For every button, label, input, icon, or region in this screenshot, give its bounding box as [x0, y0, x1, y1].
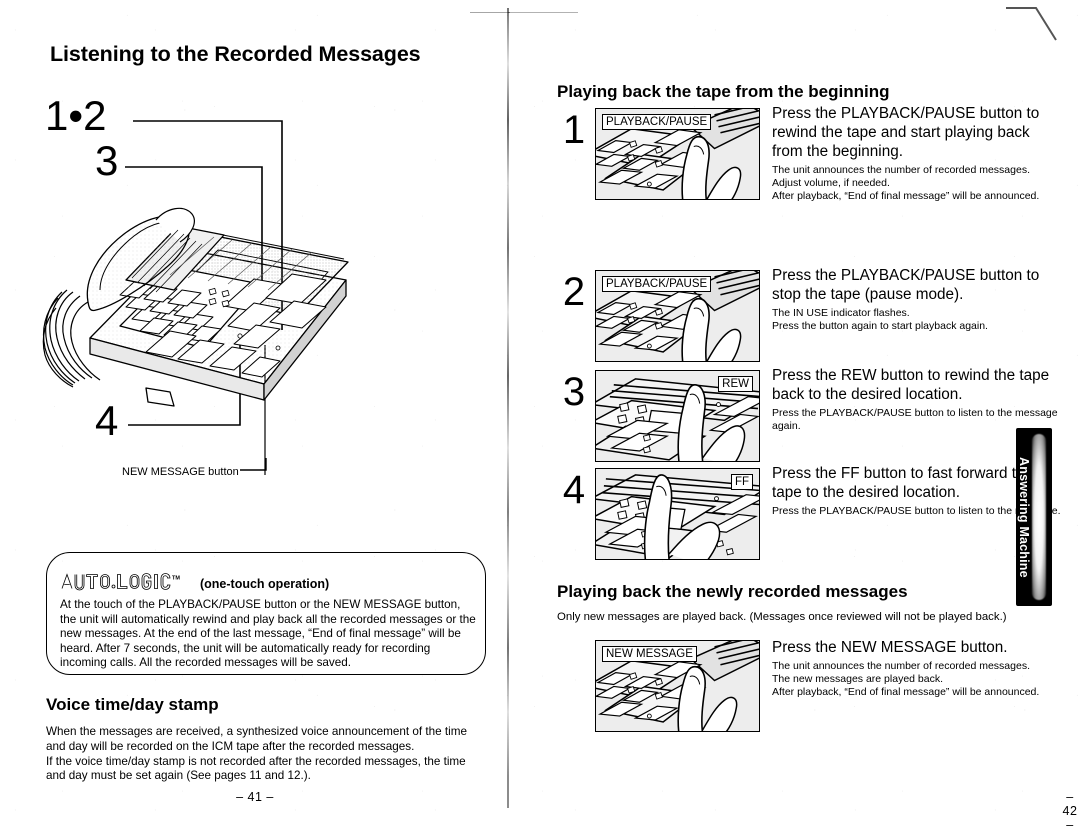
heading-playing-back-from-beginning: Playing back the tape from the beginning: [557, 82, 890, 101]
step-2-number: 2: [562, 270, 586, 314]
voice-stamp-heading: Voice time/day stamp: [46, 695, 219, 714]
autologic-logo: TM: [61, 573, 180, 591]
left-page: Listening to the Recorded Messages 1•2 3…: [0, 0, 510, 818]
step-2-photo: PLAYBACK/PAUSE: [595, 270, 760, 362]
new-message-photo-label: NEW MESSAGE: [602, 646, 697, 662]
autologic-subtitle: (one-touch operation): [200, 577, 330, 591]
new-message-leader-line: [240, 458, 267, 471]
new-message-instruction: Press the NEW MESSAGE button.: [772, 639, 1008, 656]
step-2-photo-label: PLAYBACK/PAUSE: [602, 276, 712, 292]
new-message-button-caption: NEW MESSAGE button: [122, 466, 239, 478]
step-1-note: The unit announces the number of recorde…: [772, 164, 1040, 203]
step-1-photo-label: PLAYBACK/PAUSE: [602, 114, 712, 130]
step-2-instruction: Press the PLAYBACK/PAUSE button to stop …: [772, 267, 1040, 303]
new-message-text: Press the NEW MESSAGE button. The unit a…: [772, 638, 1072, 700]
step-3-photo-label: REW: [718, 376, 753, 392]
step-2-note: The IN USE indicator flashes. Press the …: [772, 307, 988, 333]
step-3-text: Press the REW button to rewind the tape …: [772, 366, 1062, 433]
page-number-left: – 41 –: [236, 790, 274, 804]
heading-playing-back-new-messages: Playing back the newly recorded messages: [557, 582, 908, 601]
step-2-text: Press the PLAYBACK/PAUSE button to stop …: [772, 266, 1062, 333]
step-1-text: Press the PLAYBACK/PAUSE button to rewin…: [772, 104, 1062, 204]
autologic-trademark: TM: [172, 576, 180, 582]
new-message-photo: NEW MESSAGE: [595, 640, 760, 732]
telephone-illustration: [42, 207, 349, 407]
page-number-right: – 42 –: [1062, 790, 1078, 832]
step-3-instruction: Press the REW button to rewind the tape …: [772, 367, 1050, 403]
step-1-instruction: Press the PLAYBACK/PAUSE button to rewin…: [772, 105, 1040, 160]
side-tab-label: Answering Machine: [1017, 456, 1031, 578]
new-message-note: The unit announces the number of recorde…: [772, 660, 1040, 699]
right-page: Playing back the tape from the beginning…: [530, 0, 1080, 832]
step-3-photo: REW: [595, 370, 760, 462]
autologic-body-text: At the touch of the PLAYBACK/PAUSE butto…: [60, 598, 476, 670]
step-4-photo-label: FF: [730, 474, 753, 490]
step-4-number: 4: [562, 468, 586, 512]
step-3-number: 3: [562, 370, 586, 414]
voice-stamp-body-text: When the messages are received, a synthe…: [46, 725, 467, 783]
step-1-photo: PLAYBACK/PAUSE: [595, 108, 760, 200]
step-4-photo: FF: [595, 468, 760, 560]
new-messages-note: Only new messages are played back. (Mess…: [557, 611, 1007, 623]
step-1-number: 1: [562, 108, 586, 152]
